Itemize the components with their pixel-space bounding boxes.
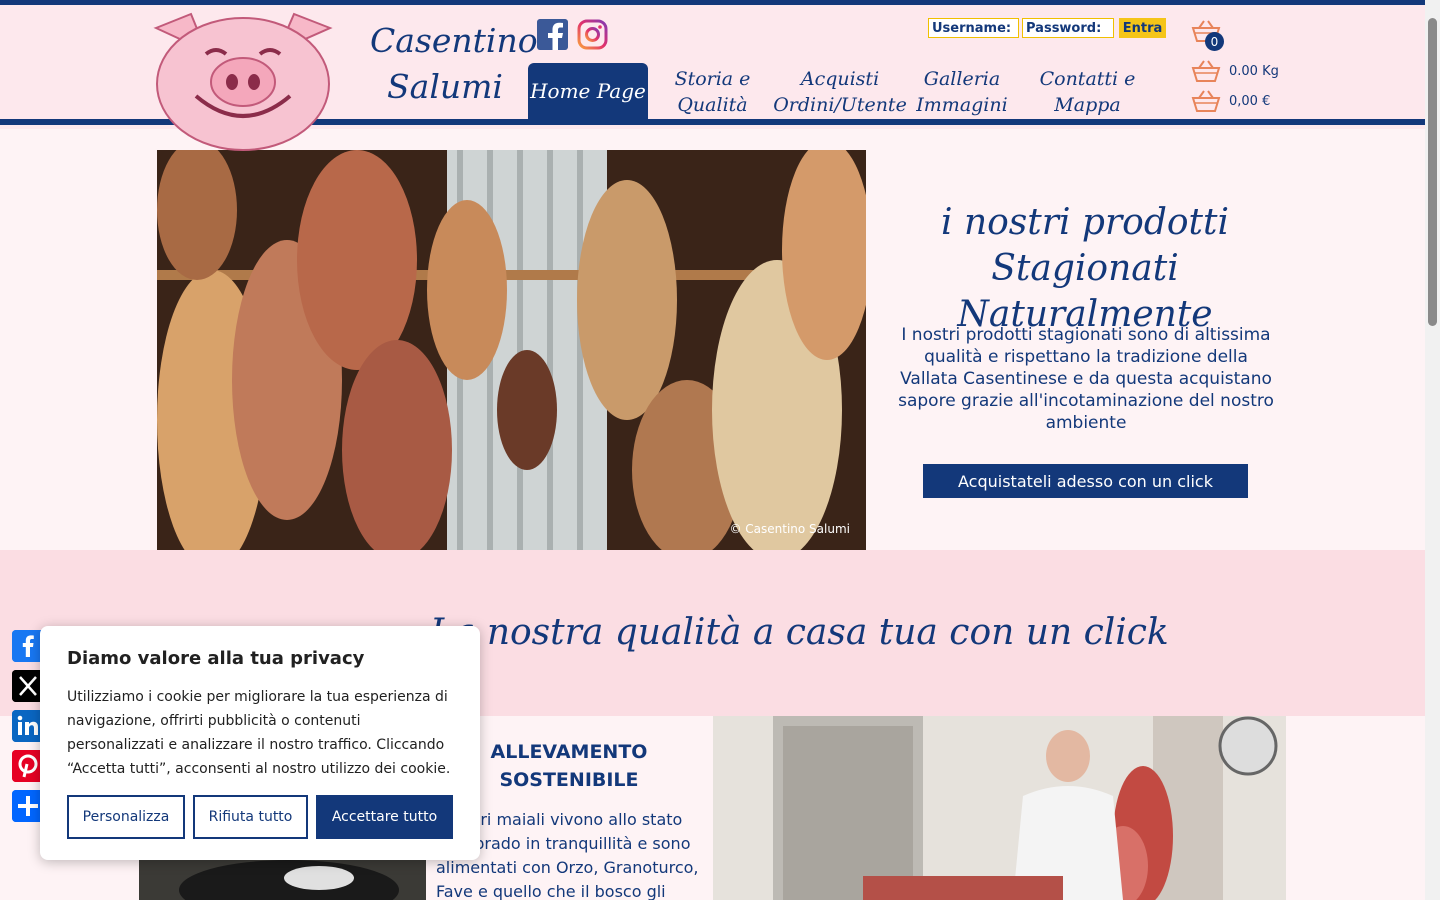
nav-storia-line1: Storia e	[674, 68, 751, 90]
nav-galleria-line2: Immagini	[916, 94, 1008, 116]
cart-total: 0,00 €	[1191, 90, 1270, 112]
nav-acquisti-line2: Ordini/Utente	[773, 94, 907, 116]
hero-title: i nostri prodotti Stagionati Naturalment…	[940, 202, 1230, 335]
password-label: Password:	[1026, 20, 1102, 36]
nav-acquisti[interactable]: Acquisti Ordini/Utente	[773, 64, 907, 120]
brand-line-1: Casentino	[370, 21, 538, 60]
nav-contatti-line1: Contatti e	[1039, 68, 1136, 90]
nav-galleria-line1: Galleria	[923, 68, 1001, 90]
nav-contatti-line2: Mappa	[1054, 94, 1121, 116]
cart-count-badge: 0	[1205, 32, 1224, 51]
buy-now-button[interactable]: Acquistateli adesso con un click	[923, 464, 1248, 498]
cart-weight-value: 0.00 Kg	[1229, 63, 1279, 79]
nav-storia-line2: Qualità	[677, 94, 748, 116]
facebook-icon[interactable]	[537, 19, 568, 50]
feature-title: ALLEVAMENTO SOSTENIBILE	[490, 741, 648, 791]
cookie-consent-banner: Diamo valore alla tua privacy Utilizziam…	[40, 626, 480, 860]
cart-total-value: 0,00 €	[1229, 93, 1271, 109]
username-label: Username:	[932, 20, 1012, 36]
total-basket-icon	[1191, 90, 1221, 112]
instagram-icon[interactable]	[577, 19, 608, 50]
brand-title[interactable]: Casentino Salumi	[370, 18, 538, 110]
login-button[interactable]: Entra	[1119, 18, 1166, 38]
cookie-title: Diamo valore alla tua privacy	[67, 648, 365, 669]
nav-contatti[interactable]: Contatti e Mappa	[1030, 64, 1145, 120]
cookie-accept-button[interactable]: Accettare tutto	[316, 795, 453, 839]
nav-storia[interactable]: Storia e Qualità	[660, 64, 765, 120]
nav-home-label: Home Page	[530, 79, 646, 103]
pig-logo-icon[interactable]	[146, 6, 340, 152]
scrollbar-thumb[interactable]	[1428, 18, 1437, 326]
brand-line-2: Salumi	[387, 67, 503, 106]
password-field[interactable]: Password:	[1022, 18, 1114, 38]
weight-basket-icon	[1191, 60, 1221, 82]
nav-home[interactable]: Home Page	[528, 63, 648, 119]
section-title: La nostra qualità a casa tua con un clic…	[430, 612, 1169, 653]
butcher-photo	[713, 716, 1286, 900]
nav-galleria[interactable]: Galleria Immagini	[912, 64, 1012, 120]
photo-caption: © Casentino Salumi	[729, 522, 850, 536]
hero-description: I nostri prodotti stagionati sono di alt…	[898, 325, 1274, 433]
cookie-text: Utilizziamo i cookie per migliorare la t…	[67, 689, 451, 777]
cart-weight: 0.00 Kg	[1191, 60, 1279, 82]
username-field[interactable]: Username:	[928, 18, 1019, 38]
cookie-reject-button[interactable]: Rifiuta tutto	[193, 795, 308, 839]
hero-hams-photo: © Casentino Salumi	[157, 150, 866, 550]
nav-acquisti-line1: Acquisti	[800, 68, 880, 90]
cookie-customize-button[interactable]: Personalizza	[67, 795, 185, 839]
